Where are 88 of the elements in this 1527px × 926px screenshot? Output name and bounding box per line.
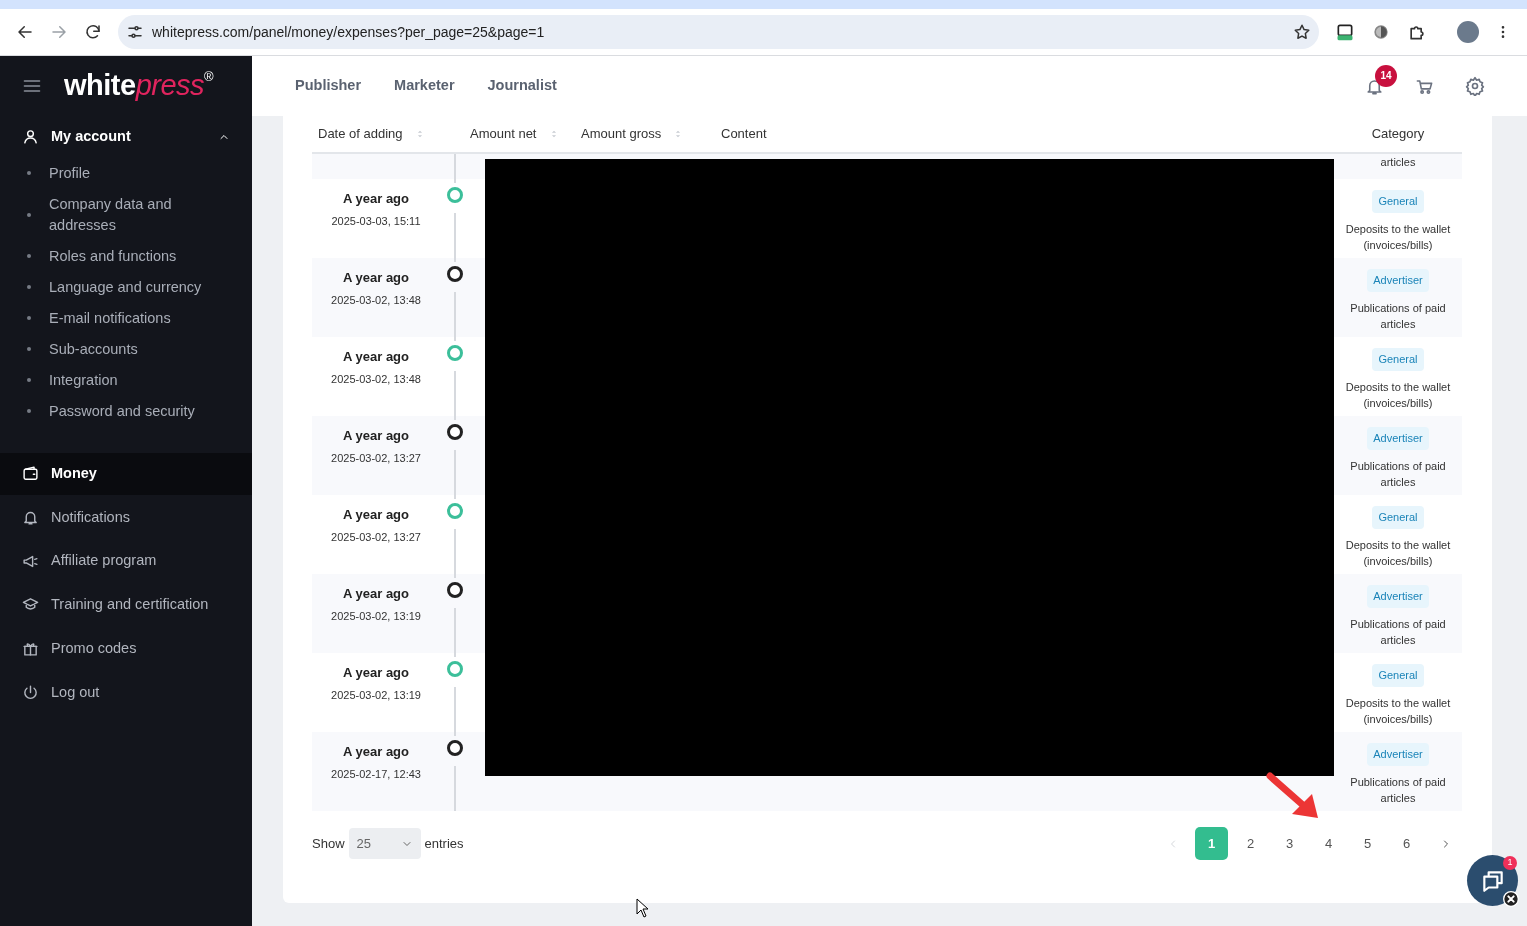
sidebar-item[interactable]: Promo codes xyxy=(0,627,252,670)
nav-link[interactable]: Publisher xyxy=(295,75,362,97)
notification-count: 14 xyxy=(1375,64,1397,87)
column-header[interactable]: Amount gross xyxy=(581,124,684,144)
sidebar-item[interactable]: Log out xyxy=(0,671,252,714)
extension-icon[interactable] xyxy=(1371,22,1391,42)
date-time: 2025-03-02, 13:48 xyxy=(331,371,421,387)
show-label: Show xyxy=(312,834,345,853)
category-description: articles xyxy=(1380,155,1416,170)
relative-time: A year ago xyxy=(343,664,409,682)
close-icon[interactable] xyxy=(1503,891,1519,907)
relative-time: A year ago xyxy=(343,506,409,524)
column-header[interactable]: Date of adding xyxy=(318,124,425,144)
sidebar-item[interactable]: Training and certification xyxy=(0,584,252,626)
avatar[interactable] xyxy=(1457,21,1479,43)
sidebar-item[interactable]: My account xyxy=(0,116,252,158)
gift-icon xyxy=(22,640,39,658)
date-time: 2025-03-03, 15:11 xyxy=(331,213,421,229)
sidebar-subitem[interactable]: Profile xyxy=(49,162,91,184)
bullet-icon xyxy=(27,254,31,259)
category-description: Publications of paid articles xyxy=(1349,458,1447,490)
category-tag: Advertiser xyxy=(1367,269,1429,292)
relative-time: A year ago xyxy=(343,427,409,445)
relative-time: A year ago xyxy=(343,585,409,603)
date-time: 2025-03-02, 13:48 xyxy=(331,292,421,308)
reload-icon[interactable] xyxy=(84,23,102,41)
back-icon[interactable] xyxy=(16,23,34,41)
nav-link[interactable]: Marketer xyxy=(394,75,455,97)
site-settings-icon[interactable] xyxy=(126,23,144,41)
date-time: 2025-03-02, 13:27 xyxy=(331,529,421,545)
date-time: 2025-03-02, 13:19 xyxy=(331,608,421,624)
category-tag: Advertiser xyxy=(1367,743,1429,766)
sidebar-subitem[interactable]: Sub-accounts xyxy=(49,338,138,360)
page-button[interactable]: 2 xyxy=(1234,827,1267,860)
category-tag: General xyxy=(1372,664,1424,687)
page-button[interactable]: 4 xyxy=(1312,827,1345,860)
page-button[interactable]: 3 xyxy=(1273,827,1306,860)
bullet-icon xyxy=(27,378,31,383)
category-description: Publications of paid articles xyxy=(1349,300,1447,332)
extension-icon[interactable] xyxy=(1335,22,1355,42)
forward-icon[interactable] xyxy=(50,23,68,41)
entries-label: entries xyxy=(424,834,464,853)
bullet-icon xyxy=(27,409,31,414)
date-time: 2025-03-02, 13:19 xyxy=(331,687,421,703)
sidebar-subitem[interactable]: Language and currency xyxy=(49,276,202,298)
category-tag: General xyxy=(1372,190,1424,213)
category-description: Publications of paid articles xyxy=(1349,616,1447,648)
relative-time: A year ago xyxy=(343,348,409,366)
column-header[interactable]: Amount net xyxy=(470,124,559,144)
column-header[interactable]: Content xyxy=(721,124,767,144)
relative-time: A year ago xyxy=(343,190,409,208)
sidebar-subitem[interactable]: Password and security xyxy=(49,400,195,422)
category-description: Deposits to the wallet (invoices/bills) xyxy=(1344,221,1452,253)
sidebar-item[interactable]: Money xyxy=(0,452,252,495)
category-tag: General xyxy=(1372,348,1424,371)
page-size-select[interactable]: 25 xyxy=(348,828,421,859)
column-header[interactable]: Category xyxy=(1371,124,1425,144)
category-tag: General xyxy=(1372,506,1424,529)
category-description: Deposits to the wallet (invoices/bills) xyxy=(1344,537,1452,569)
sidebar-item[interactable]: Notifications xyxy=(0,496,252,539)
category-description: Deposits to the wallet (invoices/bills) xyxy=(1344,379,1452,411)
category-description: Publications of paid articles xyxy=(1349,774,1447,806)
relative-time: A year ago xyxy=(343,269,409,287)
bullet-icon xyxy=(27,212,31,217)
nav-link[interactable]: Journalist xyxy=(487,75,557,97)
date-time: 2025-02-17, 12:43 xyxy=(331,766,421,782)
wallet-icon xyxy=(22,465,39,483)
page-button[interactable]: 6 xyxy=(1390,827,1423,860)
date-time: 2025-03-02, 13:27 xyxy=(331,450,421,466)
relative-time: A year ago xyxy=(343,743,409,761)
bullet-icon xyxy=(27,316,31,321)
bullet-icon xyxy=(27,285,31,290)
sidebar-subitem[interactable]: Integration xyxy=(49,369,118,391)
sidebar-subitem[interactable]: E-mail notifications xyxy=(49,307,171,329)
bullet-icon xyxy=(27,347,31,352)
category-tag: Advertiser xyxy=(1367,585,1429,608)
sidebar-subitem[interactable]: Roles and functions xyxy=(49,245,177,267)
category-tag: Advertiser xyxy=(1367,427,1429,450)
bullet-icon xyxy=(27,171,31,176)
star-icon[interactable] xyxy=(1293,23,1311,41)
power-icon xyxy=(22,683,39,701)
sidebar-subitem[interactable]: Company data and addresses xyxy=(49,193,230,236)
logo: whitepress$^{®}$ xyxy=(64,67,214,104)
category-description: Deposits to the wallet (invoices/bills) xyxy=(1344,695,1452,727)
user-icon xyxy=(22,128,39,146)
page-button[interactable]: 5 xyxy=(1351,827,1384,860)
sidebar-item[interactable]: Affiliate program xyxy=(0,540,252,582)
settings-icon[interactable] xyxy=(1465,76,1485,96)
